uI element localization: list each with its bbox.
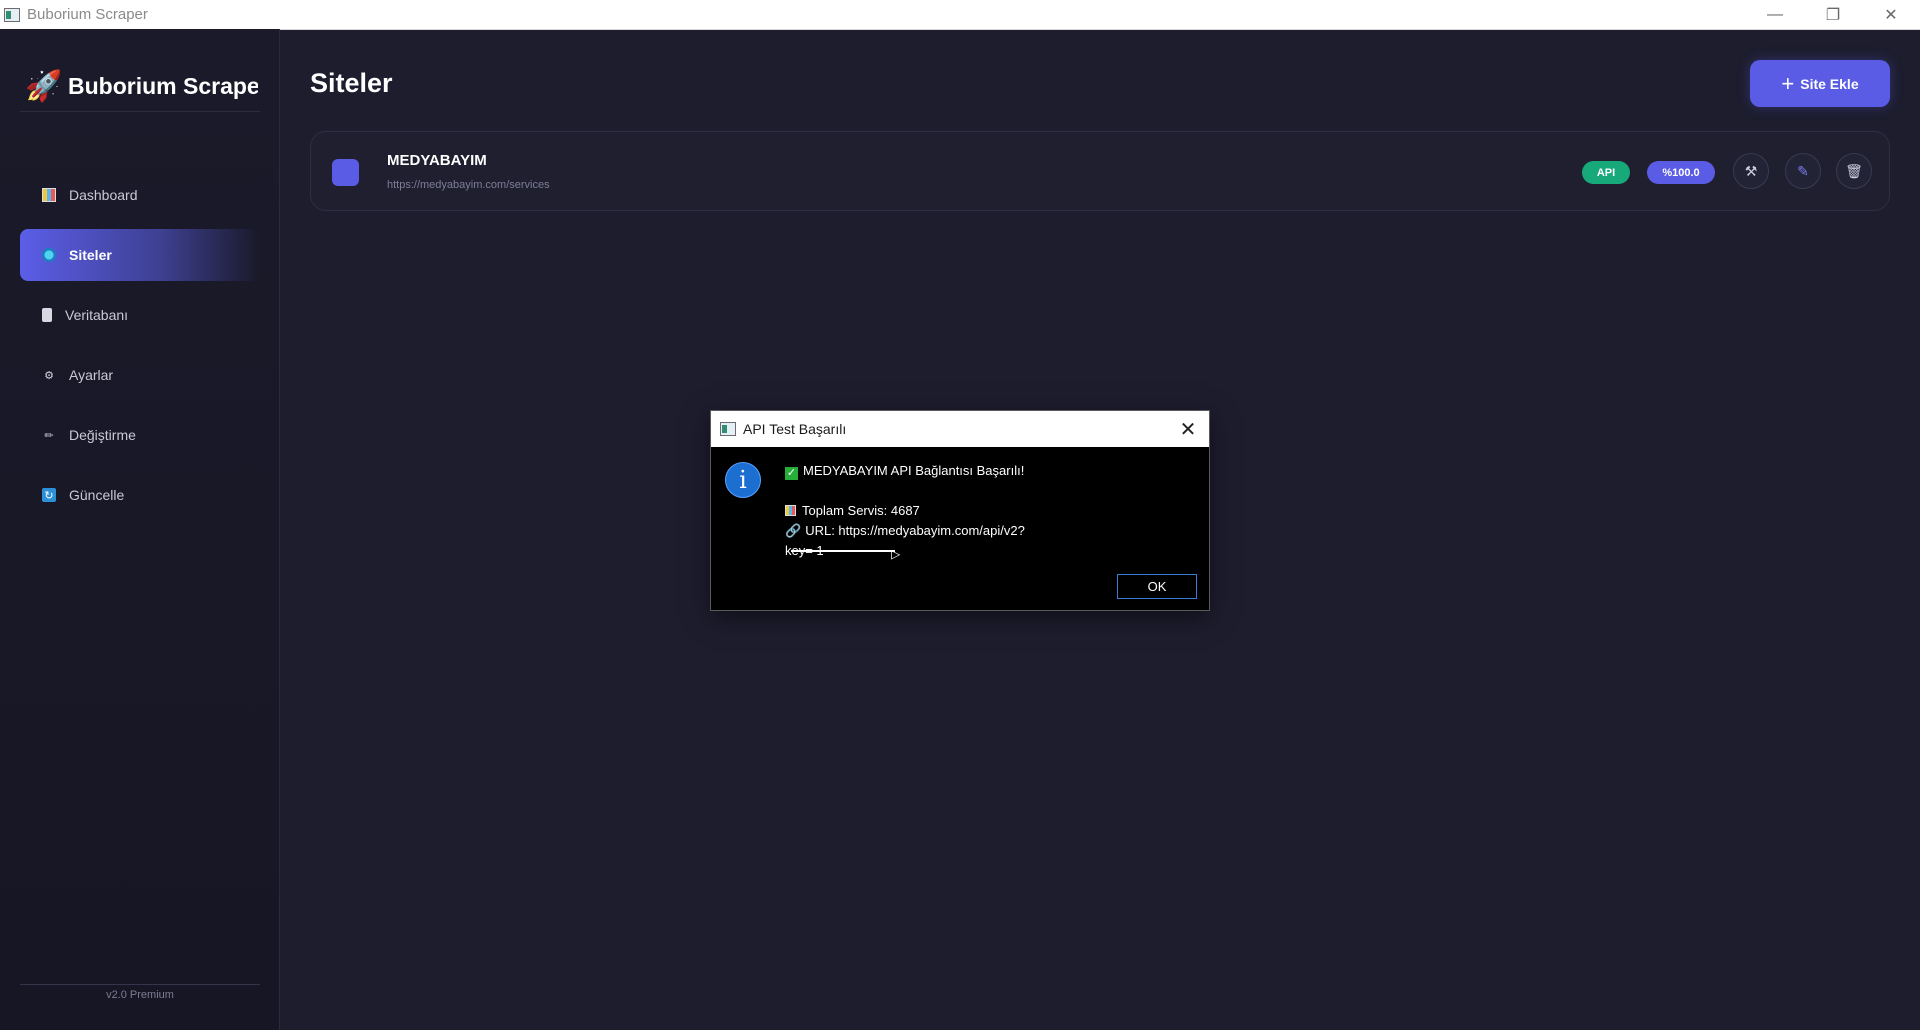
site-color-swatch	[332, 159, 359, 186]
app-icon	[4, 7, 20, 22]
restore-icon[interactable]: ❐	[1804, 0, 1862, 29]
site-card[interactable]: MEDYABAYIM https://medyabayim.com/servic…	[310, 131, 1890, 211]
pencil-icon: ✏	[44, 429, 54, 442]
chart-icon	[785, 505, 796, 516]
link-icon: 🔗	[785, 523, 802, 538]
app-icon	[720, 422, 736, 436]
api-badge: API	[1582, 161, 1630, 184]
sidebar-item-guncelle[interactable]: ↻ Güncelle	[20, 469, 260, 521]
brand: 🚀 Buborium Scraper	[20, 61, 260, 112]
window-titlebar: Buborium Scraper — ❐ ✕	[0, 0, 1920, 30]
sidebar-item-degistirme[interactable]: ✏ Değiştirme	[20, 409, 260, 461]
database-icon	[42, 308, 52, 322]
window-title: Buborium Scraper	[27, 6, 148, 23]
chart-icon	[42, 188, 56, 202]
sidebar-item-label: Dashboard	[69, 187, 138, 203]
rocket-icon: 🚀	[25, 69, 63, 103]
sidebar: 🚀 Buborium Scraper Dashboard Siteler Ver…	[0, 29, 280, 1030]
site-name: MEDYABAYIM	[387, 152, 487, 169]
sidebar-item-label: Siteler	[69, 247, 112, 263]
refresh-icon: ↻	[42, 488, 56, 502]
sidebar-item-siteler[interactable]: Siteler	[20, 229, 260, 281]
dialog-title: API Test Başarılı	[743, 421, 847, 437]
version-label: v2.0 Premium	[20, 984, 260, 1001]
page-title: Siteler	[310, 68, 393, 98]
trash-icon: 🗑	[1845, 162, 1863, 179]
api-test-dialog: API Test Başarılı ✕ i ✓ MEDYABAYIM API Ba…	[710, 410, 1210, 611]
sidebar-nav: Dashboard Siteler Veritabanı ⚙ Ayarlar ✏…	[20, 169, 260, 529]
dialog-message: ✓ MEDYABAYIM API Bağlantısı Başarılı! Top…	[785, 461, 1185, 561]
delete-button[interactable]: 🗑	[1836, 153, 1872, 189]
edit-icon: ✎	[1797, 162, 1809, 179]
test-button[interactable]: ⚒	[1733, 153, 1769, 189]
sidebar-item-dashboard[interactable]: Dashboard	[20, 169, 260, 221]
redacted-key: key= 1 ▷	[785, 543, 901, 561]
check-icon: ✓	[785, 467, 798, 480]
sidebar-item-label: Değiştirme	[69, 427, 136, 443]
plus-icon: +	[1781, 70, 1795, 96]
info-icon: i	[725, 462, 761, 498]
add-site-button[interactable]: + Site Ekle	[1750, 60, 1890, 107]
sidebar-item-label: Veritabanı	[65, 307, 129, 323]
close-window-icon[interactable]: ✕	[1862, 0, 1920, 29]
add-site-label: Site Ekle	[1800, 75, 1859, 92]
sidebar-item-label: Ayarlar	[69, 367, 114, 383]
wrench-icon: ⚒	[1744, 162, 1758, 179]
brand-name: Buborium Scraper	[68, 72, 258, 99]
sidebar-item-veritabani[interactable]: Veritabanı	[20, 289, 260, 341]
dialog-titlebar: API Test Başarılı ✕	[711, 411, 1209, 447]
site-url: https://medyabayim.com/services	[387, 179, 550, 191]
ok-button[interactable]: OK	[1117, 574, 1197, 599]
globe-icon	[42, 248, 56, 262]
window-controls: — ❐ ✕	[1746, 0, 1920, 29]
gear-icon: ⚙	[44, 369, 54, 382]
dialog-line-total: Toplam Servis: 4687	[802, 503, 920, 518]
dialog-line-success: MEDYABAYIM API Bağlantısı Başarılı!	[803, 463, 1025, 478]
sidebar-item-ayarlar[interactable]: ⚙ Ayarlar	[20, 349, 260, 401]
sidebar-item-label: Güncelle	[69, 487, 125, 503]
percent-badge: %100.0	[1647, 161, 1715, 184]
dialog-line-url: URL: https://medyabayim.com/api/v2?	[805, 523, 1025, 538]
edit-button[interactable]: ✎	[1785, 153, 1821, 189]
close-icon[interactable]: ✕	[1167, 411, 1209, 447]
minimize-icon[interactable]: —	[1746, 0, 1804, 29]
